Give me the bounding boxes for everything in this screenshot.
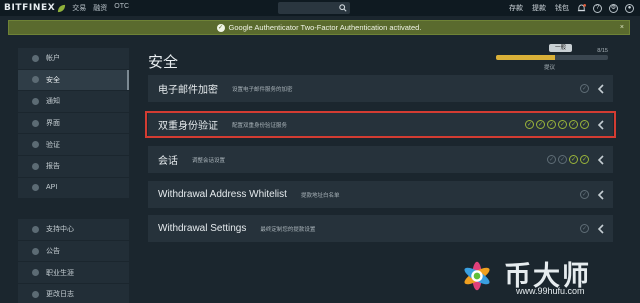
check-disabled-icon: ✓	[580, 224, 589, 233]
sidebar-item-support[interactable]: 支持中心	[18, 219, 129, 241]
page-title: 安全	[148, 54, 179, 71]
row-status: ✓	[578, 215, 605, 242]
row-description: 设置电子邮件服务的加密	[232, 86, 293, 93]
api-icon	[32, 184, 39, 192]
sidebar-item-account[interactable]: 帐户	[18, 48, 129, 70]
chevron-left-icon[interactable]	[597, 189, 605, 200]
bell-icon[interactable]	[577, 3, 586, 13]
bitfinex-logo[interactable]: BITFINEX	[4, 3, 66, 13]
highlight-box	[145, 111, 616, 138]
sidebar-item-changelog[interactable]: 更改日志	[18, 284, 129, 303]
account-nav: 存款 提款 钱包 ? ⚙ ●	[500, 0, 634, 16]
check-disabled-icon: ✓	[547, 155, 556, 164]
settings-icon[interactable]: ⚙	[609, 3, 618, 13]
sidebar-item-notifications[interactable]: 通知	[18, 91, 129, 113]
leaf-icon	[58, 4, 66, 12]
security-level-fill	[496, 55, 556, 60]
row-title: Withdrawal Address Whitelist	[158, 189, 287, 200]
report-icon	[32, 162, 39, 170]
changelog-icon	[32, 290, 39, 298]
row-description: 调整会话设置	[192, 157, 226, 164]
chevron-left-icon[interactable]	[597, 223, 605, 234]
nav-otc[interactable]: OTC	[114, 3, 129, 13]
sidebar-item-label: 职业生涯	[46, 269, 74, 277]
sidebar-item-announcements[interactable]: 公告	[18, 241, 129, 263]
sidebar-settings-group: 帐户 安全 通知 界面 验证 报告 API	[18, 48, 129, 200]
security-level-caption: 提议	[544, 65, 556, 71]
sidebar-item-label: 界面	[46, 120, 60, 128]
sidebar-item-api[interactable]: API	[18, 178, 129, 200]
chevron-left-icon[interactable]	[597, 83, 605, 94]
row-status: ✓	[578, 181, 605, 208]
withdraw-link[interactable]: 提款	[532, 3, 546, 13]
account-icon	[32, 54, 39, 62]
check-disabled-icon: ✓	[580, 190, 589, 199]
security-level-score: 8/15	[597, 48, 608, 54]
watermark: 币大师 www.99hufu.com	[456, 252, 640, 303]
row-title: 电子邮件加密	[158, 85, 218, 96]
sidebar-item-careers[interactable]: 职业生涯	[18, 262, 129, 284]
setting-row-sessions[interactable]: 会话 调整会话设置 ✓ ✓ ✓ ✓	[148, 146, 613, 173]
top-bar: BITFINEX 交易 融资 OTC 存款 提款 钱包 ? ⚙ ●	[0, 0, 640, 16]
success-notice: ✓ Google Authenticator Two-Factor Authen…	[8, 20, 630, 35]
search-input[interactable]	[278, 2, 350, 14]
watermark-logo-icon	[464, 261, 490, 291]
sidebar-item-label: 更改日志	[46, 291, 74, 299]
sidebar-item-label: 安全	[46, 76, 60, 84]
help-icon[interactable]: ?	[593, 3, 602, 13]
sidebar-item-reports[interactable]: 报告	[18, 156, 129, 178]
setting-row-withdrawal-whitelist[interactable]: Withdrawal Address Whitelist 提款地址白名单 ✓	[148, 181, 613, 208]
sidebar-item-label: API	[46, 184, 58, 192]
row-status: ✓ ✓ ✓ ✓	[545, 146, 605, 173]
check-disabled-icon: ✓	[580, 84, 589, 93]
verify-icon	[32, 141, 39, 149]
close-icon[interactable]: ×	[620, 24, 624, 31]
setting-row-withdrawal-settings[interactable]: Withdrawal Settings 最终定制您的提款设置 ✓	[148, 215, 613, 242]
security-level-meter: 一般 8/15 提议	[496, 44, 608, 74]
sidebar-item-label: 验证	[46, 141, 60, 149]
row-title: 会话	[158, 156, 178, 167]
sidebar-help-group: 支持中心 公告 职业生涯 更改日志	[18, 219, 129, 303]
check-circle-icon: ✓	[216, 23, 225, 32]
support-icon	[32, 225, 39, 233]
security-level-badge: 一般	[549, 44, 573, 52]
sidebar-item-label: 报告	[46, 163, 60, 171]
sidebar-item-security[interactable]: 安全	[18, 69, 129, 92]
sidebar-item-interface[interactable]: 界面	[18, 113, 129, 135]
sidebar-item-verification[interactable]: 验证	[18, 134, 129, 156]
deposit-link[interactable]: 存款	[509, 3, 523, 13]
sidebar-item-label: 支持中心	[46, 226, 74, 234]
row-status: ✓	[578, 75, 605, 102]
watermark-url: www.99hufu.com	[516, 286, 585, 296]
logo-text: BITFINEX	[4, 3, 56, 13]
nav-funding[interactable]: 融资	[93, 3, 107, 13]
main-nav: 交易 融资 OTC	[72, 3, 136, 13]
sidebar-item-label: 公告	[46, 248, 60, 256]
security-level-bar	[496, 55, 608, 60]
wallet-link[interactable]: 钱包	[555, 3, 569, 13]
search-icon[interactable]	[339, 4, 347, 12]
check-enabled-icon: ✓	[569, 155, 578, 164]
sidebar-item-label: 通知	[46, 98, 60, 106]
announcement-icon	[32, 247, 39, 255]
career-icon	[32, 269, 39, 277]
nav-trading[interactable]: 交易	[72, 3, 86, 13]
sidebar-item-label: 帐户	[46, 55, 60, 63]
user-icon[interactable]: ●	[625, 3, 634, 13]
row-description: 最终定制您的提款设置	[260, 226, 316, 233]
notification-icon	[32, 97, 39, 105]
interface-icon	[32, 119, 39, 127]
row-description: 提款地址白名单	[300, 192, 340, 199]
lock-icon	[32, 76, 39, 84]
check-enabled-icon: ✓	[580, 155, 589, 164]
check-disabled-icon: ✓	[558, 155, 567, 164]
row-title: Withdrawal Settings	[158, 223, 247, 234]
notice-text: Google Authenticator Two-Factor Authenti…	[228, 23, 422, 32]
chevron-left-icon[interactable]	[597, 154, 605, 165]
settings-sidebar: 帐户 安全 通知 界面 验证 报告 API 支持中心 公告 职业生涯 更改日志	[18, 48, 129, 303]
setting-row-email-encryption[interactable]: 电子邮件加密 设置电子邮件服务的加密 ✓	[148, 75, 613, 102]
